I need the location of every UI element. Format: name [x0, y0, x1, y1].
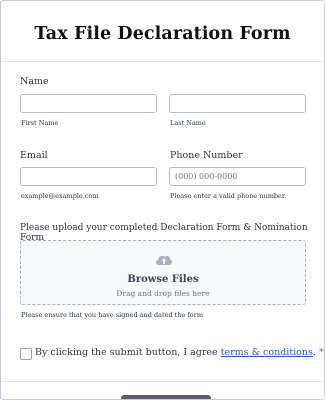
required-asterisk: *	[318, 347, 324, 358]
upload-sublabel: Please ensure that you have signed and d…	[21, 311, 203, 319]
browse-files-button[interactable]: Browse Files	[21, 274, 305, 285]
last-name-sublabel: Last Name	[170, 119, 206, 127]
last-name-input[interactable]	[169, 94, 306, 113]
email-label: Email	[20, 150, 48, 161]
submit-button[interactable]	[121, 395, 211, 399]
cloud-upload-icon	[156, 255, 172, 265]
first-name-sublabel: First Name	[21, 119, 59, 127]
terms-link[interactable]: terms & conditions	[221, 347, 313, 358]
terms-agreement: By clicking the submit button, I agree t…	[35, 347, 324, 358]
name-label: Name	[20, 76, 49, 87]
email-field[interactable]	[20, 167, 157, 186]
page-title: Tax File Declaration Form	[34, 24, 291, 44]
phone-input[interactable]	[169, 167, 306, 186]
terms-text: By clicking the submit button, I agree	[35, 347, 221, 358]
first-name-input[interactable]	[20, 94, 157, 113]
phone-sublabel: Please enter a valid phone number.	[170, 192, 287, 200]
drag-drop-hint: Drag and drop files here	[116, 289, 210, 298]
email-sublabel: example@example.com	[21, 192, 99, 200]
form-container: Tax File Declaration Form Name First Nam…	[0, 0, 325, 400]
phone-label: Phone Number	[170, 150, 243, 161]
form-header: Tax File Declaration Form	[1, 1, 324, 62]
footer-divider	[1, 381, 324, 382]
file-upload-dropzone[interactable]: Browse Files Drag and drop files here	[20, 240, 306, 305]
terms-suffix: .	[312, 347, 316, 358]
terms-checkbox[interactable]	[20, 348, 32, 360]
